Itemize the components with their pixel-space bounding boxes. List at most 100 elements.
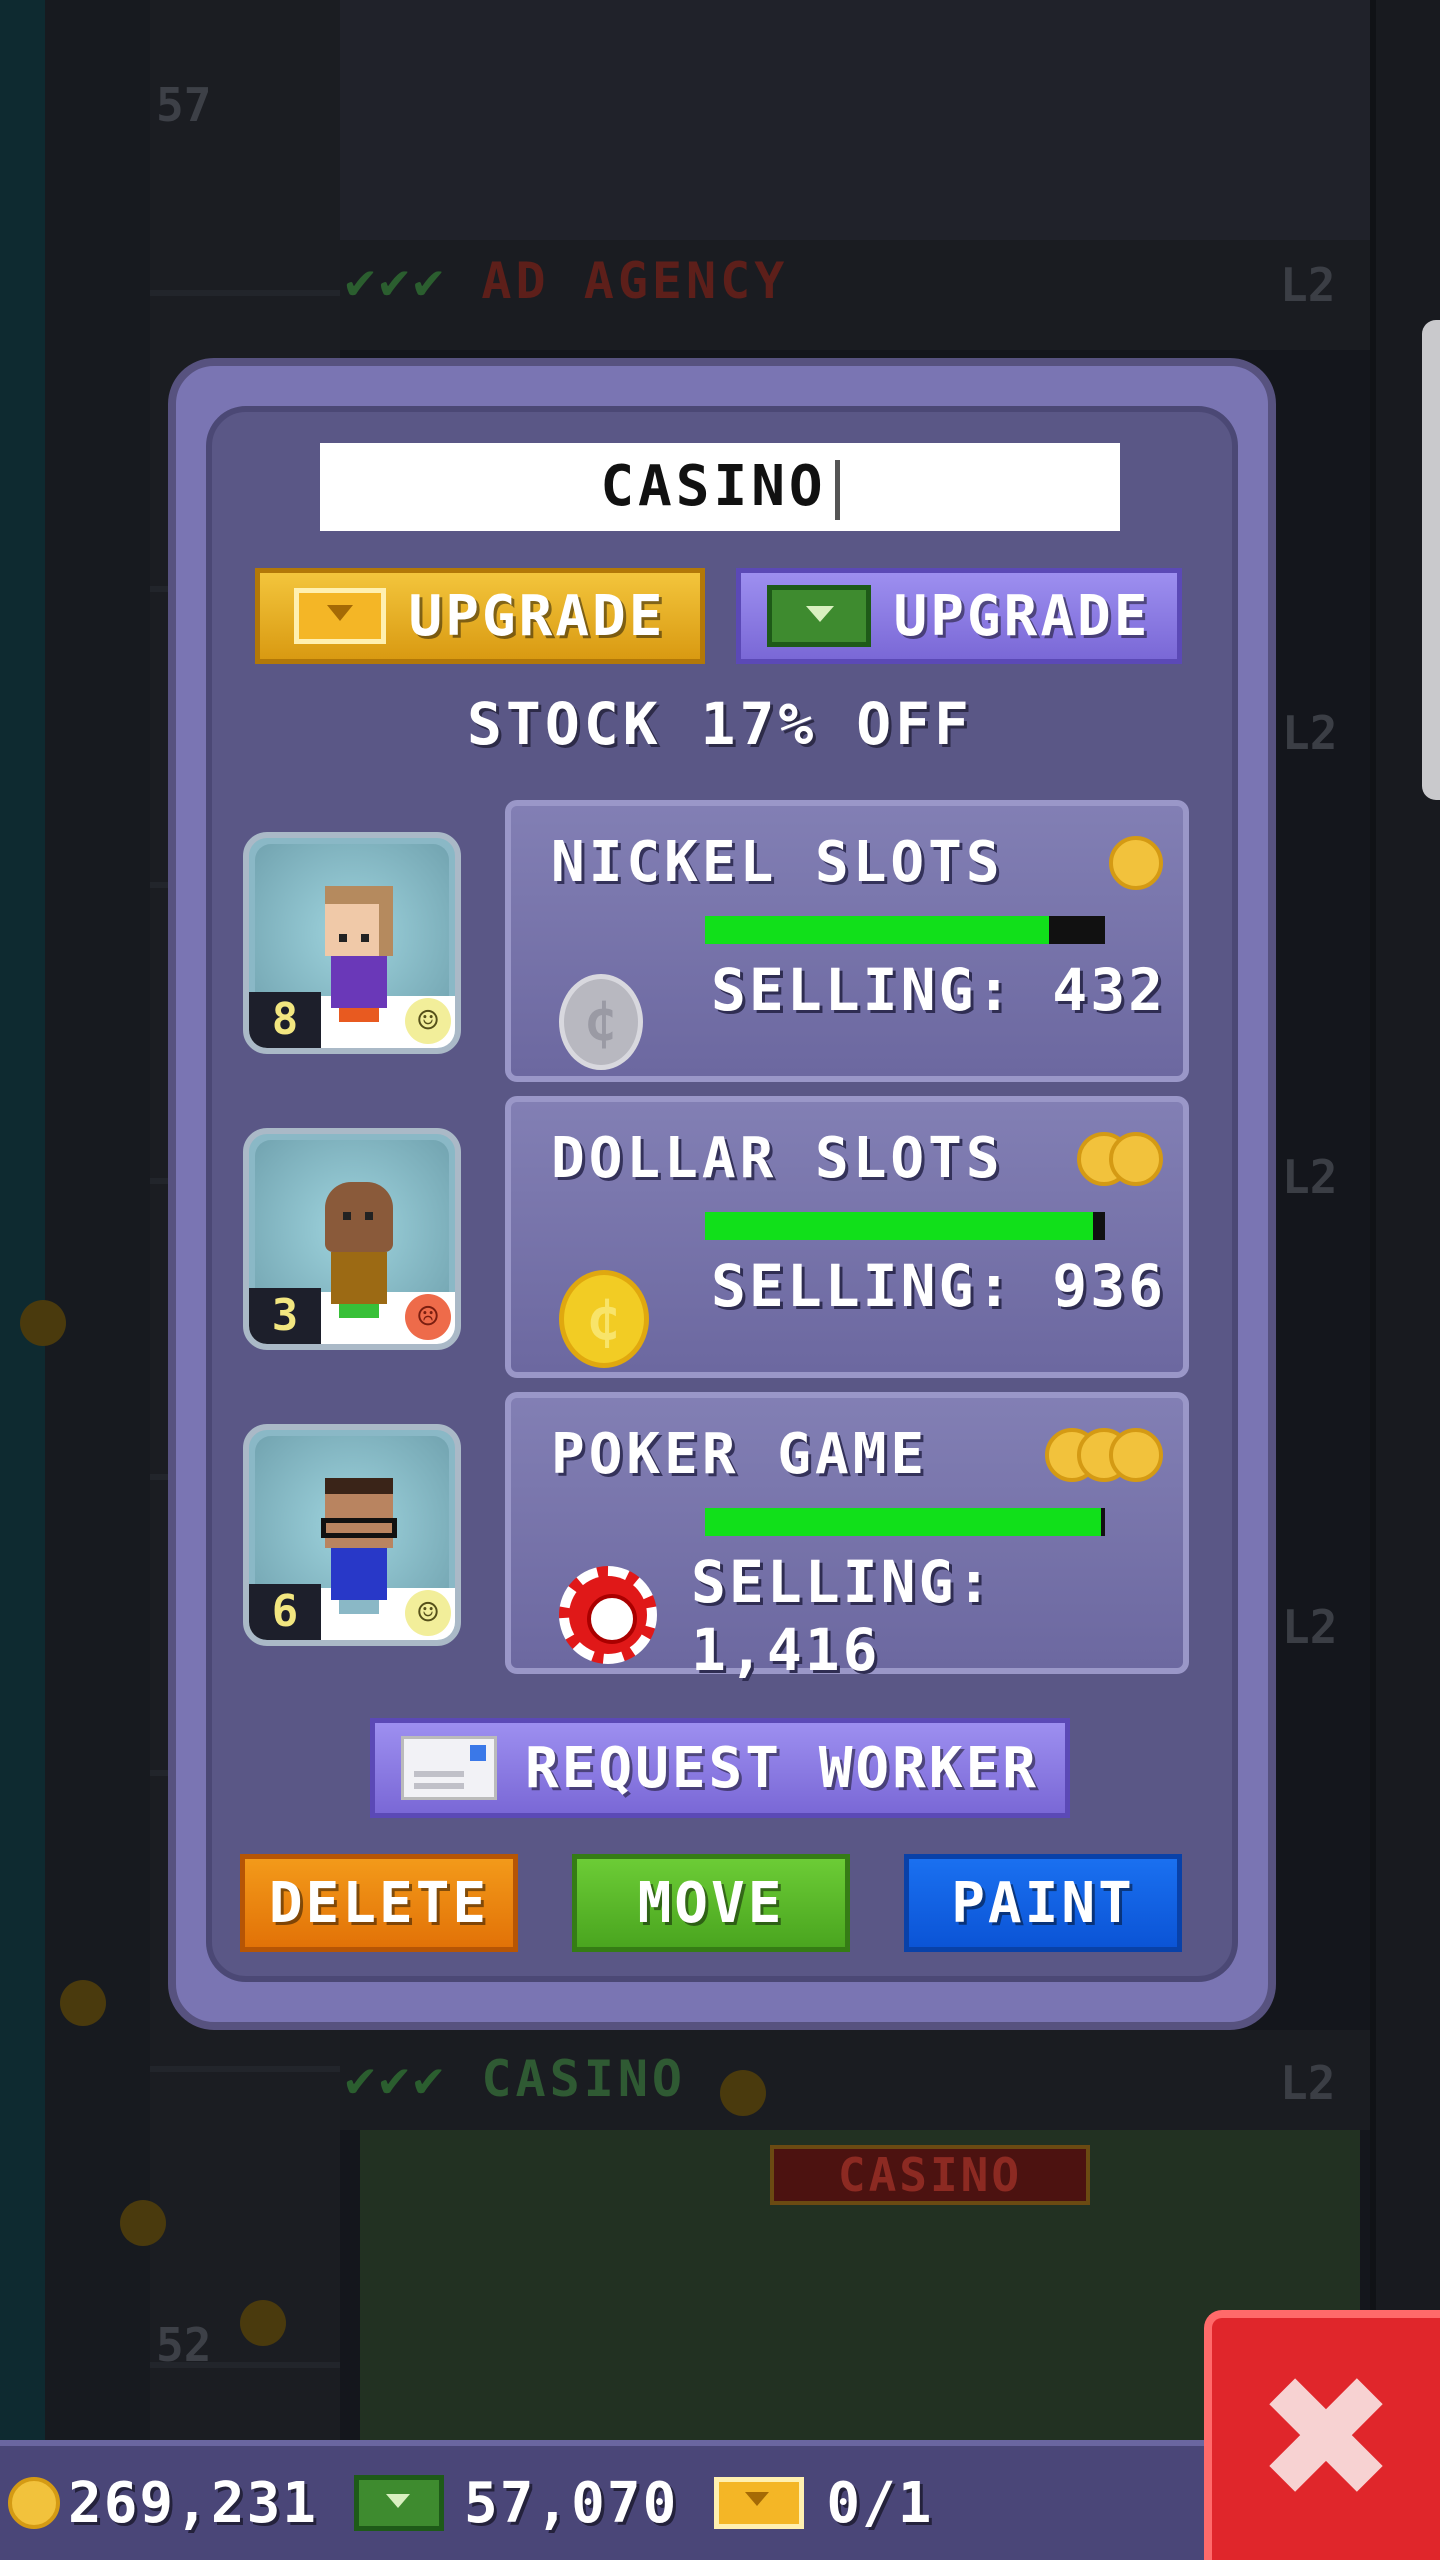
- coin-particle: [60, 1980, 106, 2026]
- tier-coin-icon: [1109, 836, 1163, 890]
- happy-face-icon: ☺: [405, 1590, 451, 1636]
- product-tier-coins: [1045, 1428, 1163, 1482]
- ticket-icon: [294, 588, 387, 644]
- selling-price: SELLING: 1,416: [691, 1548, 995, 1684]
- tier-coin-icon: [1109, 1428, 1163, 1482]
- stars-checkmarks: ✔✔✔: [345, 2050, 448, 2108]
- delete-button[interactable]: DELETE: [240, 1854, 518, 1952]
- product-name: POKER GAME: [551, 1422, 929, 1487]
- request-worker-button[interactable]: REQUEST WORKER: [370, 1718, 1070, 1818]
- upgrade-with-tickets-button[interactable]: UPGRADE: [255, 568, 705, 664]
- product-name: NICKEL SLOTS: [551, 830, 1004, 895]
- avatar-eye: [343, 1212, 351, 1220]
- product-tier-coins: [1109, 836, 1163, 890]
- worker-avatar: [319, 1478, 399, 1618]
- glasses: [321, 1518, 397, 1538]
- tickets-value: 0/1: [826, 2470, 934, 2536]
- avatar-eye: [365, 1212, 373, 1220]
- floor-number: 57: [156, 78, 212, 132]
- avatar-eye: [361, 934, 369, 942]
- coin-icon: [8, 2477, 60, 2529]
- stars-checkmarks: ✔✔✔: [345, 252, 448, 310]
- casino-sign: CASINO: [770, 2145, 1090, 2205]
- product-poker-game[interactable]: POKER GAME SELLING: 1,416: [505, 1392, 1189, 1684]
- coin-particle: [20, 1300, 66, 1346]
- avatar-head: [321, 1478, 397, 1548]
- stock-bar: [705, 916, 1105, 944]
- text-caret: [834, 459, 840, 520]
- paint-button[interactable]: PAINT: [904, 1854, 1182, 1952]
- stock-bar: [705, 1212, 1105, 1240]
- upgrade-with-bux-button[interactable]: UPGRADE: [736, 568, 1182, 664]
- coin-particle: [240, 2300, 286, 2346]
- ticket-icon: [714, 2477, 805, 2529]
- product-nickel-slots[interactable]: NICKEL SLOTS SELLING: 432 ¢: [505, 800, 1189, 1082]
- selling-price: SELLING: 432: [711, 956, 1167, 1024]
- coins-value: 269,231: [68, 2470, 319, 2536]
- move-button[interactable]: MOVE: [572, 1854, 850, 1952]
- silver-coin-icon: ¢: [559, 974, 643, 1070]
- close-icon: ✖: [1254, 2340, 1398, 2538]
- selling-price: SELLING: 936: [711, 1252, 1167, 1320]
- worker-slot-1[interactable]: 8 ☺: [243, 832, 461, 1054]
- mail-icon: [400, 1736, 497, 1800]
- avatar-legs: [339, 1304, 379, 1318]
- bux-icon: [767, 585, 872, 647]
- floor-label-ad-agency: ✔✔✔ AD AGENCY: [345, 252, 788, 310]
- coins-counter[interactable]: 269,231: [8, 2471, 318, 2536]
- floor-name: AD AGENCY: [481, 252, 789, 310]
- bux-icon: [354, 2475, 445, 2531]
- scroll-handle[interactable]: [1422, 320, 1440, 800]
- room-name-value: CASINO: [600, 454, 827, 519]
- worker-dream-job-level: 8: [249, 992, 321, 1048]
- avatar-legs: [339, 1008, 379, 1022]
- upgrade-label: UPGRADE: [893, 583, 1151, 649]
- avatar-eye: [339, 934, 347, 942]
- stock-bar-fill: [705, 1212, 1093, 1240]
- poker-chip-icon: [559, 1566, 657, 1664]
- avatar-body: [331, 956, 387, 1008]
- floor-number: 52: [156, 2318, 212, 2372]
- product-tier-coins: [1077, 1132, 1163, 1186]
- worker-slot-2[interactable]: 3 ☹: [243, 1128, 461, 1350]
- bux-counter[interactable]: 57,070: [354, 2471, 678, 2536]
- worker-slot-3[interactable]: 6 ☺: [243, 1424, 461, 1646]
- stock-bar-fill: [705, 916, 1049, 944]
- coin-particle: [720, 2070, 766, 2116]
- worker-dream-job-level: 6: [249, 1584, 321, 1640]
- tower-left-wall: [0, 0, 150, 2440]
- floor-ad-agency[interactable]: [340, 0, 1370, 240]
- avatar-body: [331, 1252, 387, 1304]
- close-button[interactable]: ✖: [1204, 2310, 1440, 2560]
- stock-discount-text: STOCK 17% OFF: [467, 690, 973, 758]
- avatar-head: [325, 886, 393, 956]
- floor-name: CASINO: [481, 2050, 687, 2108]
- coin-glyph: ¢: [559, 1270, 649, 1368]
- avatar-legs: [339, 1600, 379, 1614]
- coin-glyph: ¢: [559, 974, 643, 1070]
- product-name: DOLLAR SLOTS: [551, 1126, 1004, 1191]
- request-worker-label: REQUEST WORKER: [524, 1735, 1039, 1801]
- floor-level: L2: [1282, 1150, 1338, 1204]
- gold-coin-icon: ¢: [559, 1270, 649, 1368]
- floor-level: L2: [1282, 1600, 1338, 1654]
- product-dollar-slots[interactable]: DOLLAR SLOTS SELLING: 936 ¢: [505, 1096, 1189, 1378]
- worker-avatar: [319, 1182, 399, 1322]
- happy-face-icon: ☺: [405, 998, 451, 1044]
- avatar-body: [331, 1548, 387, 1600]
- avatar-head: [325, 1182, 393, 1252]
- floor-label-casino: ✔✔✔ CASINO: [345, 2050, 686, 2108]
- sad-face-icon: ☹: [405, 1294, 451, 1340]
- worker-avatar: [319, 886, 399, 1026]
- upgrade-label: UPGRADE: [408, 583, 666, 649]
- worker-dream-job-level: 3: [249, 1288, 321, 1344]
- bux-value: 57,070: [464, 2470, 679, 2536]
- floor-level: L2: [1282, 706, 1338, 760]
- floor-level: L2: [1280, 258, 1336, 312]
- room-name-input[interactable]: CASINO: [320, 443, 1120, 531]
- tickets-counter[interactable]: 0/1: [714, 2471, 933, 2536]
- coin-particle: [120, 2200, 166, 2246]
- stock-bar: [705, 1508, 1105, 1536]
- chip-shape: [559, 1566, 657, 1664]
- stock-bar-fill: [705, 1508, 1101, 1536]
